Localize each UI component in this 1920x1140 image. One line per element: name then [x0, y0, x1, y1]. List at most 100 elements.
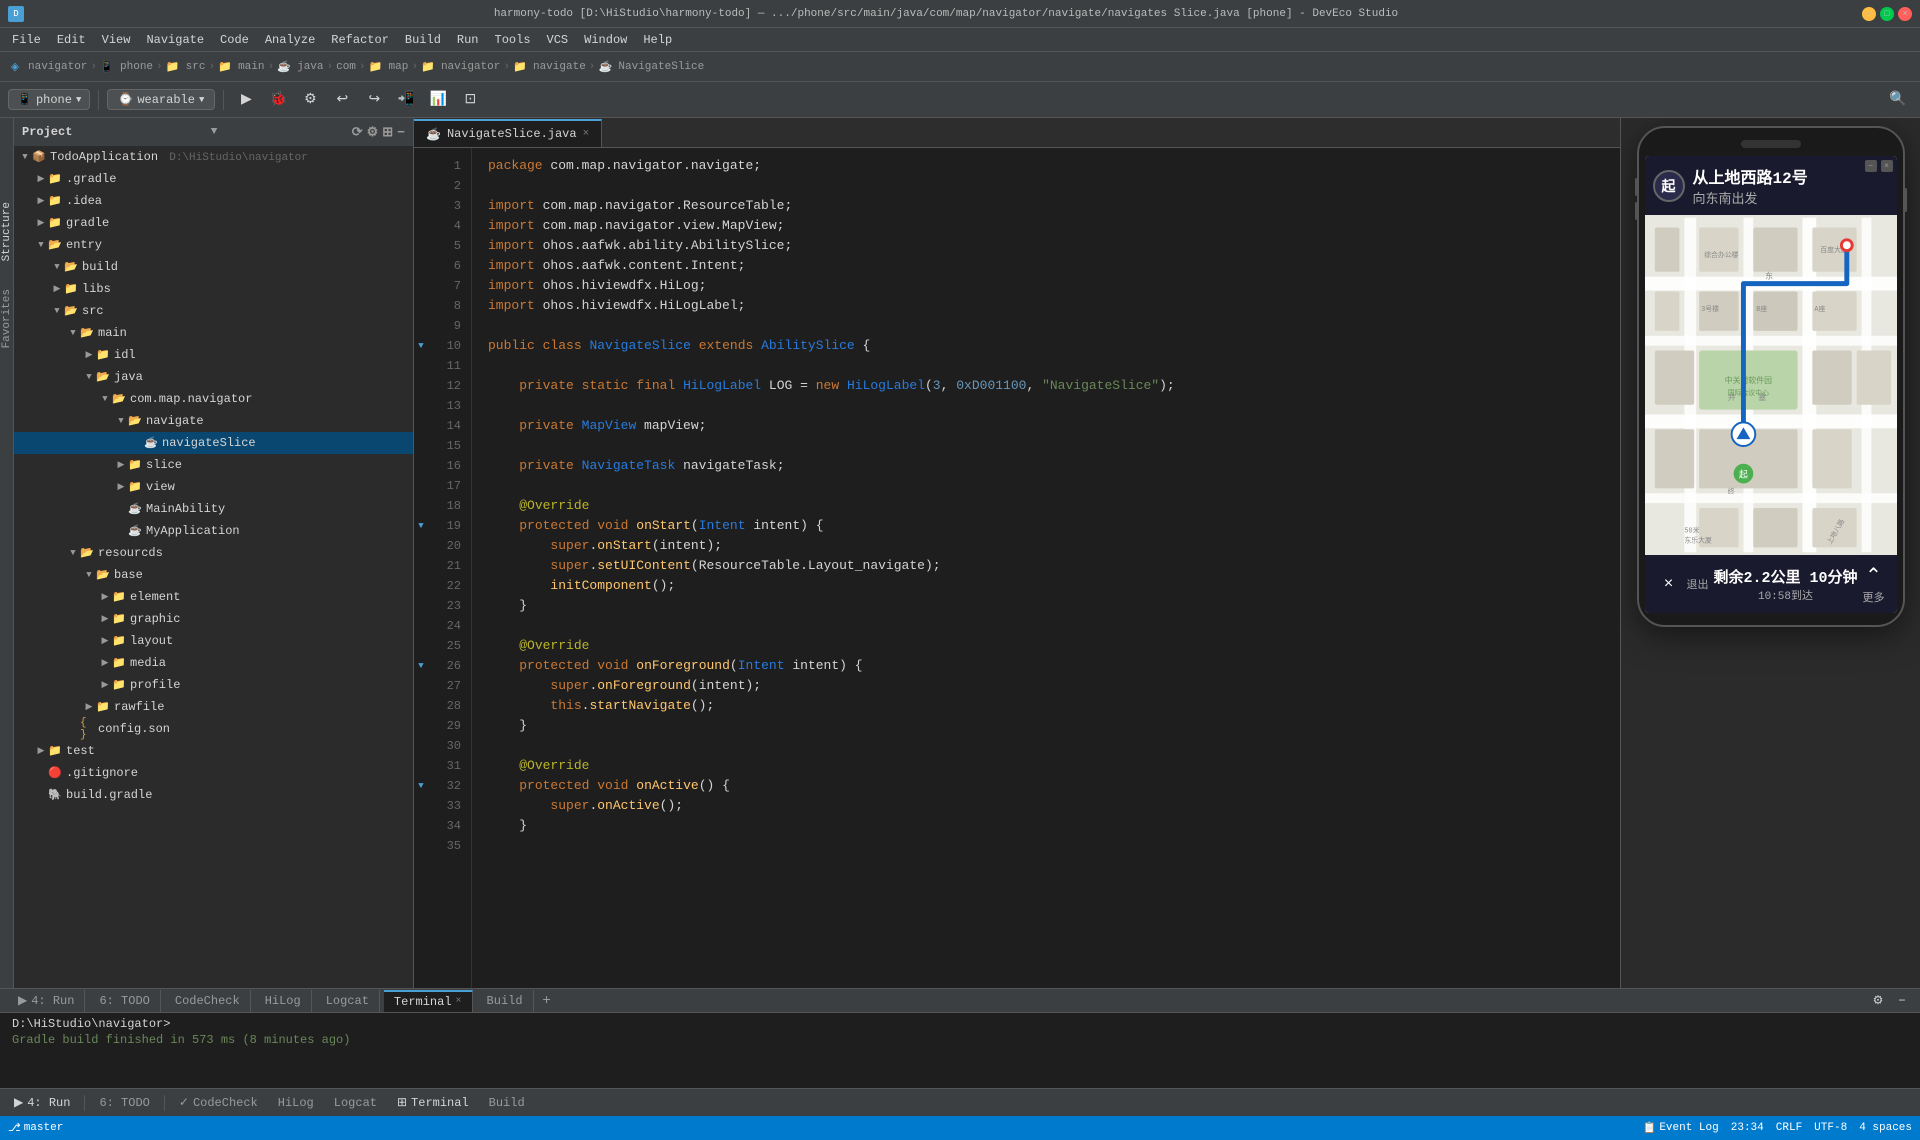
- gear-icon[interactable]: ⚙: [367, 125, 379, 140]
- menu-vcs[interactable]: VCS: [539, 31, 577, 49]
- wearable-selector[interactable]: ⌚ wearable ▼: [107, 89, 215, 110]
- tab-navigateslice[interactable]: ☕ NavigateSlice.java ×: [414, 119, 602, 147]
- terminal-minimize-icon[interactable]: −: [1892, 991, 1912, 1011]
- menu-code[interactable]: Code: [212, 31, 257, 49]
- menu-tools[interactable]: Tools: [487, 31, 539, 49]
- tab-run[interactable]: ▶ 4: Run: [8, 990, 85, 1012]
- list-item[interactable]: ▶ 📁 element: [14, 586, 413, 608]
- list-item[interactable]: ▶ 📁 profile: [14, 674, 413, 696]
- code-content[interactable]: package com.map.navigator.navigate; impo…: [472, 148, 1620, 988]
- menu-run[interactable]: Run: [449, 31, 487, 49]
- list-item[interactable]: ▶ 📁 media: [14, 652, 413, 674]
- list-item[interactable]: ▶ 📁 slice: [14, 454, 413, 476]
- list-item[interactable]: ▼ 📂 java: [14, 366, 413, 388]
- list-item[interactable]: ▼ 📂 base: [14, 564, 413, 586]
- list-item[interactable]: ▶ 🐘 build.gradle: [14, 784, 413, 806]
- menu-file[interactable]: File: [4, 31, 49, 49]
- breadcrumb-phone[interactable]: 📱 phone: [100, 60, 153, 74]
- list-item[interactable]: ▼ 📂 main: [14, 322, 413, 344]
- list-item[interactable]: ▶ 📁 test: [14, 740, 413, 762]
- breadcrumb-src[interactable]: 📁 src: [166, 60, 206, 74]
- menu-edit[interactable]: Edit: [49, 31, 94, 49]
- menu-window[interactable]: Window: [576, 31, 635, 49]
- list-item[interactable]: ▶ 🔴 .gitignore: [14, 762, 413, 784]
- menu-help[interactable]: Help: [635, 31, 680, 49]
- add-terminal-tab-button[interactable]: +: [538, 992, 556, 1010]
- spaces-item[interactable]: 4 spaces: [1859, 1122, 1912, 1134]
- tab-hilog[interactable]: HiLog: [255, 990, 312, 1012]
- breadcrumb-main[interactable]: 📁 main: [218, 60, 264, 74]
- list-item[interactable]: ▶ { } config.son: [14, 718, 413, 740]
- tab-terminal[interactable]: Terminal ×: [384, 990, 473, 1012]
- list-item[interactable]: ▶ 📁 rawfile: [14, 696, 413, 718]
- fold-onforeground-icon[interactable]: ▼: [414, 656, 428, 676]
- list-item[interactable]: ▶ 📁 graphic: [14, 608, 413, 630]
- git-status-item[interactable]: ⎇ master: [8, 1121, 63, 1135]
- tab-build[interactable]: Build: [477, 990, 534, 1012]
- tab-todo[interactable]: 6: TODO: [89, 990, 160, 1012]
- list-item[interactable]: ▶ 📁 gradle: [14, 212, 413, 234]
- structure-tab[interactable]: Structure: [0, 198, 15, 265]
- expand-icon[interactable]: ⊞: [382, 125, 393, 140]
- breadcrumb-map[interactable]: 📁 map: [369, 60, 409, 74]
- list-item[interactable]: ▼ 📂 resourcds: [14, 542, 413, 564]
- profile-button[interactable]: 📊: [424, 86, 452, 114]
- tab-codecheck[interactable]: CodeCheck: [165, 990, 251, 1012]
- run-bar-item-run[interactable]: ▶ 4: Run: [8, 1093, 76, 1112]
- list-item[interactable]: ▼ 📂 navigate: [14, 410, 413, 432]
- search-button[interactable]: 🔍: [1884, 86, 1912, 114]
- nav-exit-button[interactable]: × 退出: [1657, 572, 1709, 596]
- run-bar-item-logcat[interactable]: Logcat: [328, 1094, 383, 1112]
- breadcrumb-navigateslice[interactable]: ☕ NavigateSlice: [598, 60, 704, 74]
- line-ending-item[interactable]: CRLF: [1776, 1122, 1802, 1134]
- favorites-tab[interactable]: Favorites: [0, 285, 15, 352]
- terminal-settings-icon[interactable]: ⚙: [1868, 991, 1888, 1011]
- menu-view[interactable]: View: [94, 31, 139, 49]
- list-item[interactable]: ▼ 📂 entry: [14, 234, 413, 256]
- project-header-dropdown[interactable]: ▼: [211, 126, 218, 138]
- run-bar-item-todo[interactable]: 6: TODO: [93, 1094, 155, 1112]
- close-button[interactable]: ×: [1898, 7, 1912, 21]
- nav-more-button[interactable]: ⌃ 更多: [1862, 563, 1884, 605]
- list-item[interactable]: ▼ 📂 src: [14, 300, 413, 322]
- phone-close-icon[interactable]: ×: [1881, 160, 1893, 172]
- list-item[interactable]: ▶ ☕ MainAbility: [14, 498, 413, 520]
- menu-build[interactable]: Build: [397, 31, 449, 49]
- device-selector[interactable]: 📱 phone ▼: [8, 89, 90, 110]
- list-item[interactable]: ▶ 📁 .gradle: [14, 168, 413, 190]
- tab-logcat[interactable]: Logcat: [316, 990, 380, 1012]
- breadcrumb-navigate[interactable]: 📁 navigate: [513, 60, 586, 74]
- run-bar-item-build[interactable]: Build: [483, 1094, 531, 1112]
- list-item[interactable]: ▶ 📁 view: [14, 476, 413, 498]
- list-item[interactable]: ▶ ☕ MyApplication: [14, 520, 413, 542]
- breadcrumb-navigator[interactable]: ◈ navigator: [8, 60, 87, 74]
- list-item[interactable]: ▼ 📂 com.map.navigator: [14, 388, 413, 410]
- run-bar-item-terminal[interactable]: ⊞ Terminal: [391, 1093, 475, 1112]
- back-button[interactable]: ↩: [328, 86, 356, 114]
- list-item[interactable]: ▶ 📁 idl: [14, 344, 413, 366]
- event-log-item[interactable]: 📋 Event Log: [1643, 1121, 1719, 1135]
- menu-navigate[interactable]: Navigate: [138, 31, 212, 49]
- sync-icon[interactable]: ⟳: [352, 125, 363, 140]
- menu-refactor[interactable]: Refactor: [323, 31, 397, 49]
- fold-onstart-icon[interactable]: ▼: [414, 516, 428, 536]
- split-button[interactable]: ⊡: [456, 86, 484, 114]
- list-item[interactable]: ▶ 📁 layout: [14, 630, 413, 652]
- maximize-button[interactable]: □: [1880, 7, 1894, 21]
- minimize-button[interactable]: −: [1862, 7, 1876, 21]
- breadcrumb-navigator2[interactable]: 📁 navigator: [421, 60, 500, 74]
- debug-button[interactable]: 🐞: [264, 86, 292, 114]
- fold-class-icon[interactable]: ▼: [414, 336, 428, 356]
- phone-minimize-icon[interactable]: −: [1865, 160, 1877, 172]
- device-manager-button[interactable]: 📲: [392, 86, 420, 114]
- settings-button[interactable]: ⚙: [296, 86, 324, 114]
- run-bar-item-hilog[interactable]: HiLog: [272, 1094, 320, 1112]
- list-item[interactable]: ▶ 📁 .idea: [14, 190, 413, 212]
- forward-button[interactable]: ↪: [360, 86, 388, 114]
- breadcrumb-com[interactable]: com: [336, 61, 356, 73]
- tab-close-icon[interactable]: ×: [583, 128, 590, 140]
- fold-onactive-icon[interactable]: ▼: [414, 776, 428, 796]
- tree-root[interactable]: ▼ 📦 TodoApplication D:\HiStudio\navigato…: [14, 146, 413, 168]
- list-item[interactable]: ▶ ☕ navigateSlice: [14, 432, 413, 454]
- list-item[interactable]: ▼ 📂 build: [14, 256, 413, 278]
